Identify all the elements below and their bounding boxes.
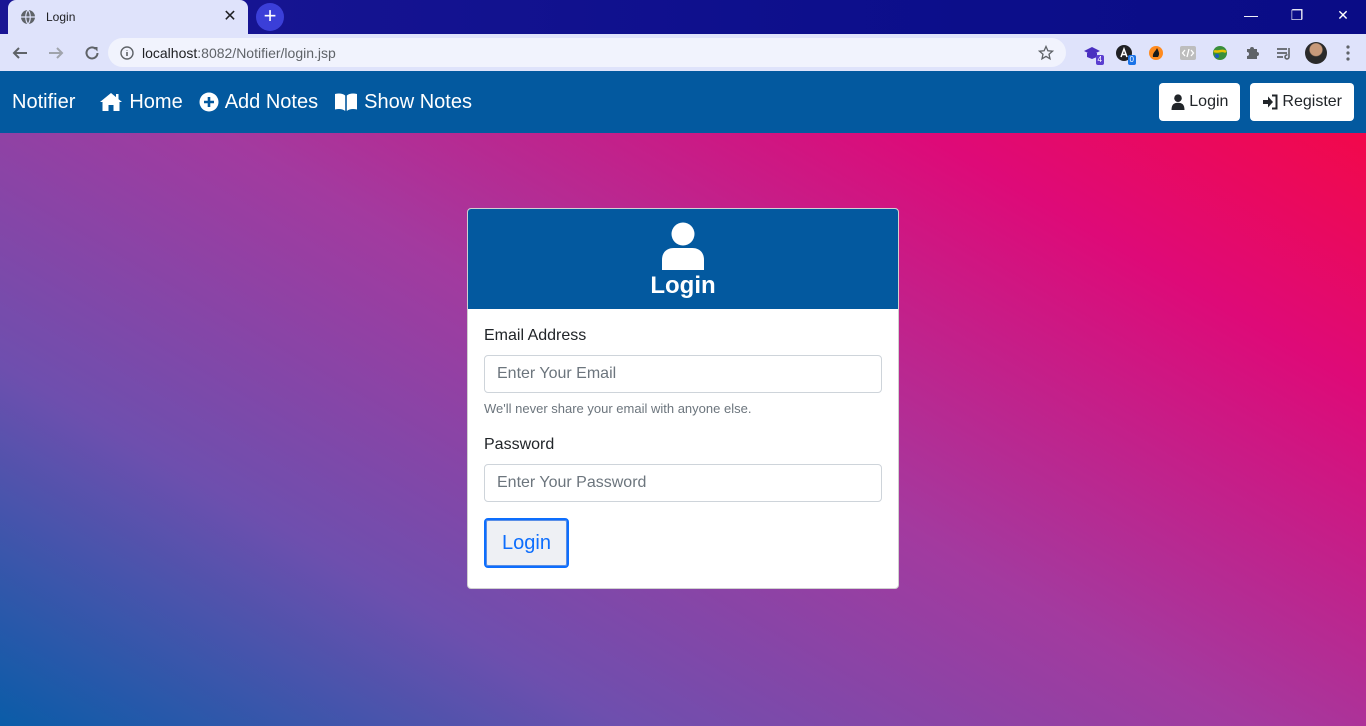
user-icon [1171, 94, 1185, 110]
globe-icon[interactable] [1204, 38, 1236, 68]
browser-toolbar: localhost:8082/Notifier/login.jsp 4 0 [0, 34, 1366, 71]
avatar [1305, 42, 1327, 64]
globe-icon [21, 9, 35, 25]
url-text: localhost:8082/Notifier/login.jsp [142, 45, 1038, 61]
reload-icon [85, 45, 99, 59]
arrow-left-icon [12, 46, 27, 59]
graduation-cap-icon[interactable]: 4 [1076, 38, 1108, 68]
extension-badge: 0 [1127, 55, 1136, 65]
star-icon[interactable] [1038, 44, 1054, 61]
nav-link-show-notes[interactable]: Show Notes [334, 91, 472, 114]
login-submit-button[interactable]: Login [484, 518, 569, 568]
window-close-button[interactable]: ✕ [1320, 0, 1366, 30]
home-icon [100, 93, 123, 111]
browser-titlebar: Login ✕ + — ❐ ✕ [0, 0, 1366, 34]
login-nav-label: Login [1189, 93, 1229, 110]
puzzle-icon[interactable] [1236, 38, 1268, 68]
new-tab-button[interactable]: + [256, 3, 284, 31]
app-navbar: Notifier Home Add Notes Show Notes Login… [0, 71, 1366, 133]
user-icon [662, 222, 704, 270]
extensions-area: 4 0 [1076, 38, 1364, 68]
page-background: Notifier Home Add Notes Show Notes Login… [0, 71, 1366, 726]
back-button[interactable] [4, 37, 36, 69]
login-form: Email Address We'll never share your ema… [468, 309, 898, 586]
email-field[interactable] [484, 355, 882, 393]
reload-button[interactable] [76, 37, 108, 69]
browser-tab[interactable]: Login ✕ [8, 0, 248, 34]
address-bar[interactable]: localhost:8082/Notifier/login.jsp [108, 38, 1066, 67]
password-label: Password [484, 436, 555, 453]
plus-circle-icon [199, 92, 219, 112]
flame-icon[interactable] [1140, 38, 1172, 68]
code-icon[interactable] [1172, 38, 1204, 68]
navbar-brand[interactable]: Notifier [12, 91, 75, 114]
profile-avatar[interactable] [1300, 38, 1332, 68]
arrow-right-icon [49, 46, 64, 59]
a-circle-icon[interactable]: 0 [1108, 38, 1140, 68]
window-controls: — ❐ ✕ [1228, 0, 1366, 30]
url-path: :8082/Notifier/login.jsp [197, 44, 336, 61]
info-icon [120, 45, 134, 60]
register-nav-button[interactable]: Register [1250, 83, 1354, 121]
sign-in-icon [1263, 94, 1278, 110]
nav-link-label: Home [129, 90, 183, 113]
login-card-title: Login [650, 272, 716, 299]
login-card-header: Login [468, 209, 898, 309]
navbar-actions: Login Register [1149, 83, 1354, 121]
book-icon [335, 93, 358, 111]
login-nav-button[interactable]: Login [1159, 83, 1241, 121]
login-card: Login Email Address We'll never share yo… [467, 208, 899, 589]
reading-list-icon[interactable] [1268, 38, 1300, 68]
tab-title: Login [46, 10, 76, 24]
menu-dots-icon[interactable] [1332, 38, 1364, 68]
minimize-button[interactable]: — [1228, 0, 1274, 30]
nav-link-label: Show Notes [364, 90, 472, 113]
extension-badge: 4 [1095, 55, 1104, 65]
url-host: localhost [142, 44, 198, 61]
email-label: Email Address [484, 327, 587, 344]
password-field[interactable] [484, 464, 882, 502]
nav-link-add-notes[interactable]: Add Notes [199, 91, 318, 114]
forward-button[interactable] [40, 37, 72, 69]
nav-link-home[interactable]: Home [99, 90, 183, 114]
nav-link-label: Add Notes [224, 90, 319, 113]
email-help-text: We'll never share your email with anyone… [484, 401, 752, 416]
close-icon[interactable]: ✕ [222, 9, 238, 25]
restore-button[interactable]: ❐ [1274, 0, 1320, 30]
register-nav-label: Register [1282, 93, 1342, 110]
